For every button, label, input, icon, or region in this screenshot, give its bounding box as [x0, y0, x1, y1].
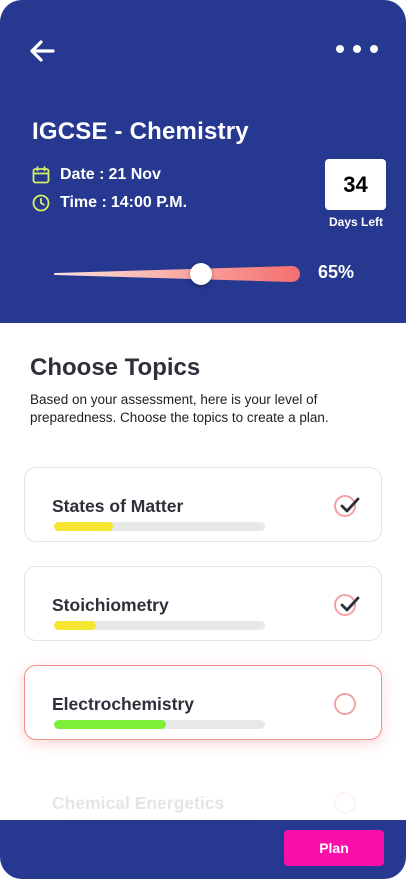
- time-label: Time :: [60, 194, 107, 211]
- app-screen: IGCSE - Chemistry Date : 21 Nov Time: 1…: [0, 0, 406, 879]
- topic-progress-fill: [54, 720, 166, 729]
- slider-thumb[interactable]: [189, 263, 212, 285]
- topic-progress-bar: [54, 720, 265, 729]
- more-horizontal-icon-dot: [353, 45, 361, 53]
- topic-name: Chemical Energetics: [52, 793, 225, 813]
- topic-progress-bar: [54, 621, 265, 630]
- section-description: Based on your assessment, here is your l…: [30, 392, 329, 425]
- date-label: Date :: [60, 166, 105, 183]
- time-value: 14:00 P.M.: [110, 194, 188, 211]
- exam-date: Date : 21 Nov: [32, 166, 161, 184]
- topic-name: Stoichiometry: [52, 595, 169, 615]
- more-horizontal-icon: [336, 45, 344, 53]
- topic-progress-fill: [54, 522, 114, 531]
- topic-checkbox[interactable]: [334, 792, 356, 814]
- exam-title: IGCSE - Chemistry: [32, 118, 249, 145]
- topic-card[interactable]: Electrochemistry: [24, 665, 382, 740]
- section-title: Choose Topics: [30, 354, 201, 381]
- topic-progress-bar: [54, 522, 265, 531]
- plan-button[interactable]: Plan: [284, 830, 384, 866]
- exam-time: Time : 14:00 P.M.: [32, 194, 187, 212]
- topic-card[interactable]: States of Matter: [24, 467, 382, 542]
- more-menu-button[interactable]: [336, 38, 378, 60]
- topic-name: Electrochemistry: [52, 694, 195, 714]
- topic-checkbox[interactable]: [334, 495, 360, 517]
- topic-name: States of Matter: [52, 496, 184, 516]
- topic-checkbox[interactable]: [334, 693, 356, 715]
- arrow-left-icon: [30, 40, 55, 62]
- checkmark-icon: [340, 596, 360, 612]
- back-button[interactable]: [28, 36, 58, 66]
- exam-header: IGCSE - Chemistry Date : 21 Nov Time: 1…: [0, 0, 406, 323]
- date-value: 21 Nov: [108, 166, 161, 183]
- checkmark-icon: [340, 497, 360, 513]
- preparedness-percent: 65%: [318, 262, 355, 282]
- topic-card[interactable]: Stoichiometry: [24, 566, 382, 641]
- bottom-bar: Plan: [0, 820, 406, 879]
- more-horizontal-icon-dot: [370, 45, 378, 53]
- preparedness-slider[interactable]: [52, 262, 300, 286]
- topic-checkbox[interactable]: [334, 594, 360, 616]
- days-left-count: 34: [325, 159, 386, 210]
- clock-icon: [32, 194, 50, 212]
- topic-progress-fill: [54, 621, 97, 630]
- calendar-icon: [32, 166, 50, 184]
- slider-track: [54, 266, 300, 282]
- days-left-label: Days Left: [328, 215, 384, 229]
- topic-list: States of Matter Stoichiometry Electroch…: [24, 467, 382, 863]
